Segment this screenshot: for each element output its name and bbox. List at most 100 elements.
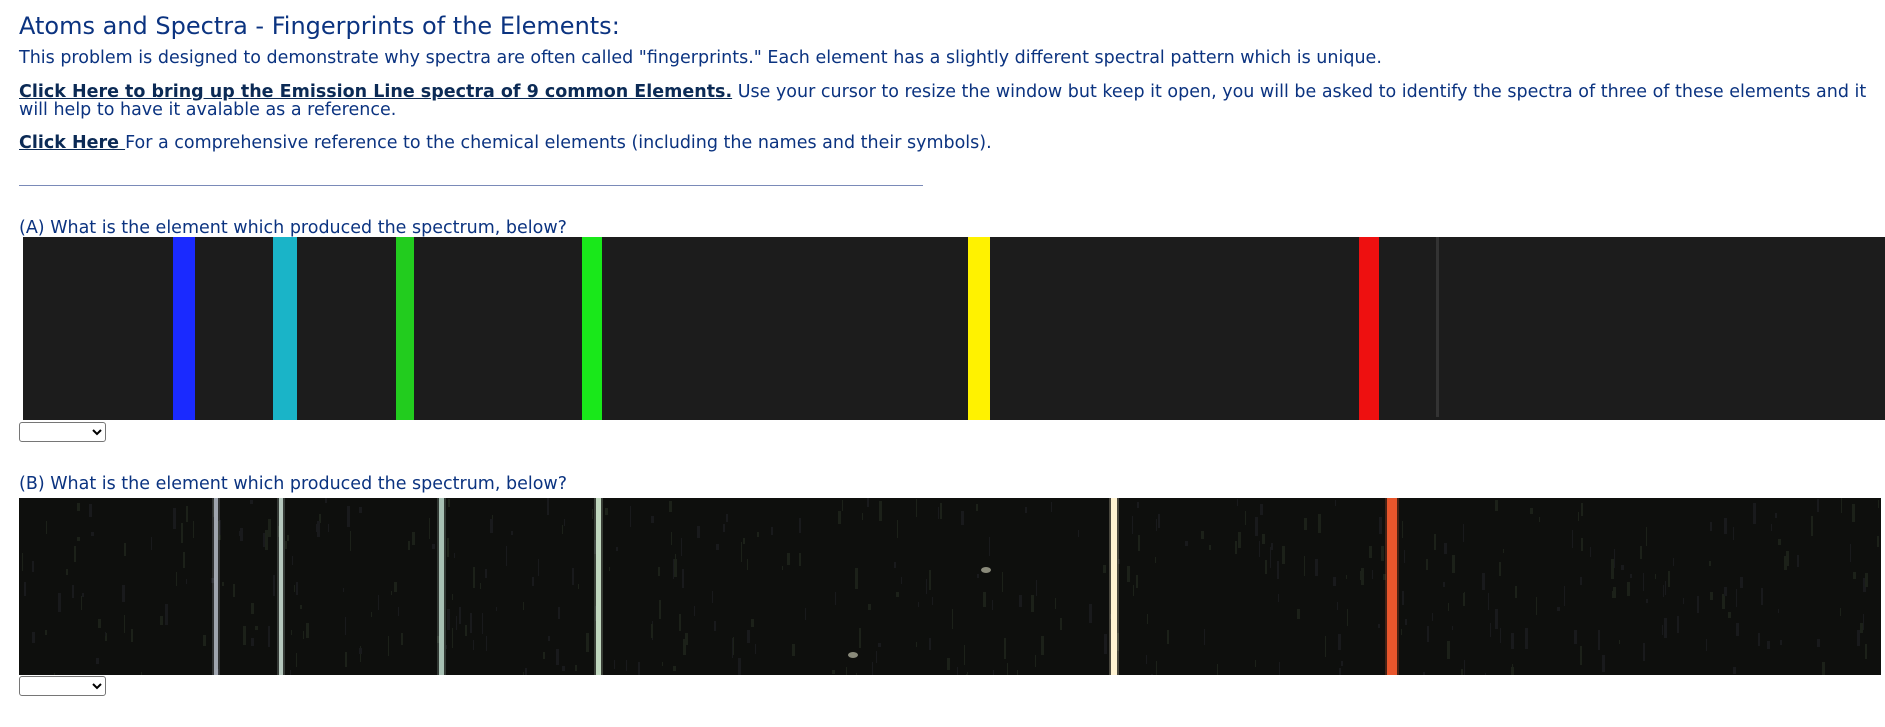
spectrum-b-noise-speck [265, 530, 268, 550]
spectrum-b-noise-speck [1339, 668, 1341, 675]
spectrum-b-noise-speck [294, 585, 295, 592]
spectrum-b-noise-speck [1404, 550, 1405, 563]
spectrum-b-noise-speck [1877, 536, 1879, 547]
spectrum-b-noise-speck [673, 666, 676, 671]
spectrum-a-emission-line [968, 237, 990, 420]
spectrum-b-noise-speck [1655, 574, 1656, 579]
spectrum-b-noise-speck [1525, 628, 1528, 649]
spectrum-b-noise-speck [1530, 508, 1533, 514]
spectrum-b-noise-speck [1539, 517, 1540, 522]
spectrum-b-noise-speck [1259, 541, 1260, 557]
spectrum-b-noise-speck [1574, 630, 1577, 644]
spectrum-b-noise-speck [1590, 547, 1591, 557]
spectrum-b-noise-speck [255, 626, 258, 630]
spectrum-b-noise-speck [976, 504, 978, 511]
spectrum-b-noise-speck [957, 667, 958, 675]
spectrum-b-noise-speck [243, 626, 246, 645]
spectrum-b-noise-speck [1060, 618, 1062, 630]
element-reference-link[interactable]: Click Here [19, 133, 125, 153]
spectrum-b-noise-speck [1710, 592, 1713, 600]
spectrum-b-noise-speck [838, 511, 841, 524]
spectrum-b-noise-speck [183, 552, 185, 568]
spectrum-b-noise-speck [1511, 667, 1514, 675]
spectrum-b-noise-speck [1133, 585, 1134, 596]
spectrum-b-noise-speck [1444, 543, 1447, 554]
spectrum-b-noise-speck [741, 542, 742, 562]
spectrum-b-noise-speck [412, 532, 415, 545]
spectrum-b-noise-speck [862, 513, 863, 520]
spectrum-b-noise-speck [1643, 573, 1644, 591]
spectrum-b-noise-speck [1485, 673, 1486, 675]
spectrum-b-noise-speck [1402, 591, 1404, 605]
emission-spectra-link[interactable]: Click Here to bring up the Emission Line… [19, 82, 732, 102]
spectrum-b-noise-speck [605, 508, 608, 515]
spectrum-b-noise-speck [751, 619, 754, 627]
question-a-prompt: (A) What is the element which produced t… [19, 218, 567, 238]
spectrum-b-noise-speck [1452, 555, 1455, 573]
spectrum-b-noise-speck [616, 547, 618, 551]
spectrum-b-noise-speck [1775, 513, 1777, 518]
spectrum-b-noise-speck [832, 670, 835, 674]
spectrum-b-noise-speck [578, 584, 579, 589]
spectrum-b-noise-speck [572, 568, 574, 585]
spectrum-b-noise-speck [77, 503, 80, 511]
question-a-element-select[interactable] [19, 422, 106, 442]
spectrum-b-noise-speck [1822, 662, 1825, 675]
spectrum-b-noise-speck [186, 506, 188, 522]
spectrum-b-noise-speck [747, 559, 748, 570]
spectrum-b-noise-speck [771, 527, 773, 535]
spectrum-b-noise-speck [316, 524, 317, 532]
spectrum-b-noise-speck [1335, 500, 1336, 506]
spectrum-b-noise-speck [239, 531, 240, 536]
spectrum-b-noise-speck [287, 535, 289, 541]
spectrum-b-noise-speck [1346, 575, 1347, 579]
spectrum-b-noise-speck [151, 537, 152, 550]
spectrum-b-noise-speck [1271, 543, 1273, 550]
spectrum-b-noise-speck [1270, 547, 1271, 568]
spectrum-b-noise-speck [1127, 566, 1130, 582]
spectrum-b-noise-speck [630, 506, 631, 527]
element-reference-description: For a comprehensive reference to the che… [125, 133, 992, 153]
spectrum-b-noise-speck [447, 609, 450, 630]
spectrum-b-noise-speck [918, 602, 919, 607]
spectrum-b-noise-speck [46, 521, 47, 534]
spectrum-b-noise-speck [176, 572, 177, 586]
spectrum-b-emission-line [214, 498, 218, 675]
spectrum-b-noise-speck [548, 636, 550, 641]
spectrum-b-noise-speck [290, 670, 291, 675]
spectrum-b-noise-speck [1482, 573, 1485, 590]
spectrum-b-noise-speck [697, 526, 700, 538]
spectrum-b-noise-speck [564, 519, 565, 526]
question-b-element-select[interactable] [19, 676, 106, 696]
spectrum-b-noise-speck [371, 612, 372, 617]
spectrum-b-noise-speck [446, 645, 447, 649]
spectrum-b-noise-speck [24, 582, 26, 596]
spectrum-b-noise-speck [855, 568, 858, 589]
spectrum-b-noise-speck [743, 538, 745, 544]
page-title: Atoms and Spectra - Fingerprints of the … [19, 12, 620, 40]
spectrum-b-noise-speck [1004, 638, 1006, 659]
spectrum-b-noise-speck [1778, 609, 1779, 613]
spectrum-b-noise-speck [1811, 516, 1813, 536]
spectrum-b-noise-speck [473, 567, 475, 588]
spectrum-b-noise-speck [805, 608, 806, 620]
spectrum-b-noise-speck [1260, 504, 1263, 515]
spectrum-b-noise-speck [482, 613, 483, 634]
spectrum-b-noise-speck [1580, 646, 1582, 665]
spectrum-b-noise-speck [193, 521, 194, 538]
spectrum-b-noise-speck [1136, 575, 1138, 588]
spectrum-b-noise-speck [1238, 532, 1241, 548]
spectrum-b-noise-speck [1138, 535, 1140, 551]
spectrum-b-noise-speck [303, 631, 304, 639]
spectrum-b-noise-speck [1245, 511, 1246, 525]
spectrum-b-emission-line [439, 498, 444, 675]
spectrum-b-noise-speck [1089, 604, 1092, 623]
spectrum-b-noise-speck [1463, 524, 1464, 542]
spectrum-b-noise-speck [1147, 614, 1148, 624]
spectrum-b-noise-speck [592, 509, 593, 519]
spectrum-b-noise-speck [673, 559, 674, 579]
spectrum-b-noise-speck [1156, 661, 1157, 675]
spectrum-b-noise-speck [490, 519, 493, 533]
spectrum-b-noise-speck [1753, 503, 1756, 524]
spectrum-b-noise-speck [452, 628, 453, 648]
